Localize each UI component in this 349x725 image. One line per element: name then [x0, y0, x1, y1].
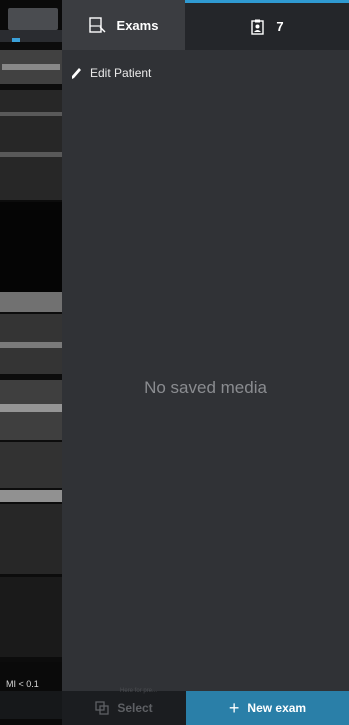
mi-readout: MI < 0.1	[6, 679, 39, 689]
select-button[interactable]: Here for pre... Select	[62, 688, 186, 725]
select-hint: Here for pre...	[120, 688, 158, 694]
ultrasound-image	[0, 42, 62, 662]
image-top-control[interactable]	[8, 8, 58, 30]
new-exam-label: New exam	[247, 701, 307, 715]
tab-reports-count: 7	[276, 19, 284, 34]
edit-patient-label: Edit Patient	[90, 66, 152, 80]
empty-media-message: No saved media	[144, 378, 267, 397]
exams-icon	[88, 17, 106, 33]
ultrasound-image-strip: MI < 0.1	[0, 0, 62, 725]
select-icon	[95, 701, 109, 715]
tab-exams[interactable]: Exams	[62, 0, 185, 50]
select-label: Select	[117, 701, 153, 715]
exams-panel: Exams 7 Edit Patient No saved media Here…	[62, 0, 349, 725]
clipboard-user-icon	[251, 19, 265, 35]
image-top-bar	[0, 30, 62, 42]
edit-patient-button[interactable]: Edit Patient	[62, 60, 151, 86]
image-bottom-bar	[0, 691, 62, 719]
pencil-icon	[72, 68, 81, 79]
panel-tabs: Exams 7	[62, 0, 349, 50]
new-exam-button[interactable]: + New exam	[186, 691, 349, 725]
tab-exams-label: Exams	[116, 17, 159, 33]
plus-icon: +	[228, 698, 240, 718]
tab-reports[interactable]: 7	[185, 0, 349, 50]
bottom-action-bar: Here for pre... Select + New exam	[62, 688, 349, 725]
